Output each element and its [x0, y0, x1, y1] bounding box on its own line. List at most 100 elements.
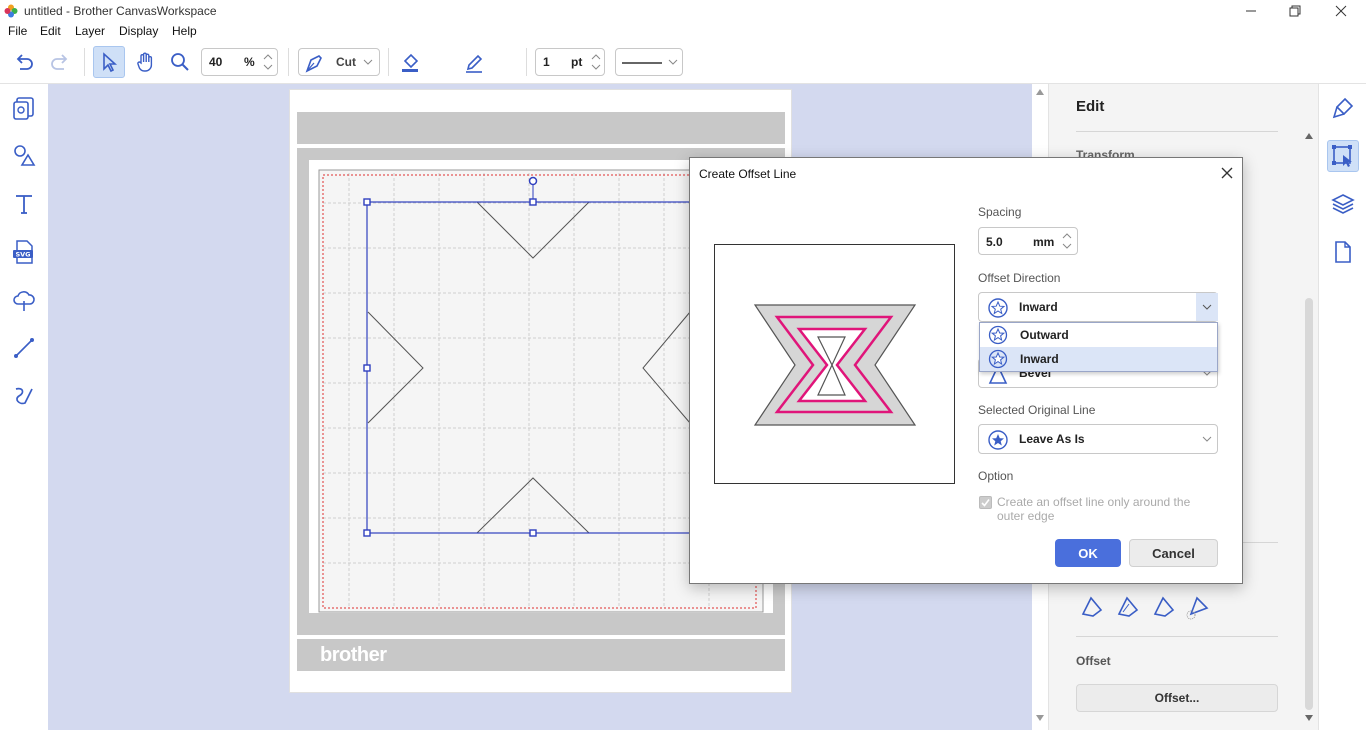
scroll-up-icon[interactable] — [1036, 88, 1044, 96]
original-line-value: Leave As Is — [1019, 432, 1085, 446]
import-svg-button[interactable]: SVG — [8, 236, 40, 268]
mode-label: Cut — [336, 55, 356, 69]
star-outline-icon — [988, 298, 1008, 318]
menu-edit[interactable]: Edit — [40, 24, 61, 38]
zoom-tool-button[interactable] — [164, 46, 196, 78]
toolbar-separator — [84, 48, 85, 76]
spin-arrows-icon[interactable] — [590, 51, 602, 73]
edit-tab[interactable] — [1327, 140, 1359, 172]
spin-arrows-icon[interactable] — [262, 51, 274, 73]
line-width-spinbox[interactable]: 1 pt — [535, 48, 605, 76]
line-style-sample-icon — [622, 62, 662, 64]
paint-bucket-icon — [402, 53, 419, 72]
offset-direction-label: Offset Direction — [978, 271, 1061, 285]
scroll-down-icon[interactable] — [1036, 714, 1044, 722]
option-outward[interactable]: Outward — [980, 323, 1217, 347]
shapes-button[interactable] — [8, 140, 40, 172]
original-line-dropdown[interactable]: Leave As Is — [978, 424, 1218, 454]
scroll-up-icon[interactable] — [1305, 132, 1313, 140]
pen-icon — [466, 54, 483, 73]
line-color-tool-button[interactable] — [458, 46, 490, 78]
corner-style-icons[interactable] — [1079, 592, 1209, 620]
restore-icon — [1289, 5, 1301, 17]
line-style-dropdown[interactable] — [615, 48, 683, 76]
offset-preview-graphic — [753, 304, 917, 426]
offset-button[interactable]: Offset... — [1076, 684, 1278, 712]
restore-button[interactable] — [1272, 0, 1318, 22]
option-outward-label: Outward — [1020, 328, 1069, 342]
page-tab[interactable] — [1327, 236, 1359, 268]
star-filled-icon — [988, 430, 1008, 450]
pan-tool-button[interactable] — [129, 46, 161, 78]
window-title: untitled - Brother CanvasWorkspace — [24, 4, 217, 18]
spacing-value: 5.0 — [986, 235, 1003, 249]
offset-direction-value: Inward — [1019, 300, 1058, 314]
right-tab-bar — [1318, 84, 1366, 730]
freehand-tool-button[interactable] — [8, 380, 40, 412]
scroll-down-icon[interactable] — [1305, 714, 1313, 722]
svg-text:SVG: SVG — [15, 251, 30, 259]
dialog-title: Create Offset Line — [699, 167, 797, 181]
chevron-down-icon — [363, 59, 373, 65]
undo-button[interactable] — [8, 46, 40, 78]
mode-dropdown[interactable]: Cut — [298, 48, 380, 76]
divider — [1076, 636, 1278, 637]
edit-selection-icon — [1332, 145, 1352, 167]
hand-icon — [137, 52, 153, 72]
close-icon[interactable] — [1221, 167, 1233, 179]
line-icon — [14, 338, 34, 358]
outer-edge-checkbox-label-line2: outer edge — [997, 509, 1055, 523]
dropdown-arrow-area[interactable] — [1196, 293, 1218, 321]
minimize-button[interactable] — [1228, 0, 1274, 22]
app-logo-icon — [4, 4, 18, 18]
ok-button[interactable]: OK — [1055, 539, 1121, 567]
menu-file[interactable]: File — [8, 24, 27, 38]
close-icon — [1335, 5, 1347, 17]
zoom-spinbox[interactable]: 40 % — [201, 48, 278, 76]
toolbar-separator — [388, 48, 389, 76]
star-outward-icon — [988, 325, 1008, 345]
redo-icon — [51, 54, 68, 70]
title-bar: untitled - Brother CanvasWorkspace — [0, 0, 1366, 22]
freehand-curve-icon — [15, 387, 33, 405]
main-toolbar: 40 % Cut 1 pt — [0, 40, 1366, 112]
panel-scrollbar-thumb[interactable] — [1305, 298, 1313, 710]
chevron-down-icon — [668, 59, 678, 65]
option-inward[interactable]: Inward — [980, 347, 1217, 371]
menu-display[interactable]: Display — [119, 24, 158, 38]
spacing-spinbox[interactable]: 5.0 mm — [978, 227, 1078, 255]
layers-tab[interactable] — [1327, 188, 1359, 220]
fill-tool-button[interactable] — [394, 46, 426, 78]
offset-direction-dropdown[interactable]: Inward — [978, 292, 1218, 322]
line-tool-button[interactable] — [8, 332, 40, 364]
chevron-down-icon — [1202, 436, 1212, 442]
paintbrush-icon — [1332, 97, 1354, 119]
pattern-book-icon — [13, 97, 34, 120]
layers-icon — [1331, 194, 1355, 214]
selected-original-line-label: Selected Original Line — [978, 403, 1096, 417]
cancel-button[interactable]: Cancel — [1129, 539, 1218, 567]
zoom-value: 40 — [209, 55, 223, 69]
redo-button[interactable] — [44, 46, 76, 78]
toolbar-separator — [526, 48, 527, 76]
spin-arrows-icon[interactable] — [1061, 230, 1073, 252]
line-width-unit: pt — [571, 55, 583, 69]
select-tool-button[interactable] — [93, 46, 125, 78]
menu-layer[interactable]: Layer — [75, 24, 105, 38]
spacing-unit: mm — [1033, 235, 1055, 249]
pattern-library-button[interactable] — [8, 92, 40, 124]
style-tab[interactable] — [1327, 92, 1359, 124]
chevron-down-icon — [1202, 304, 1212, 310]
option-inward-label: Inward — [1020, 352, 1059, 366]
offset-preview — [714, 244, 955, 484]
text-tool-button[interactable] — [8, 188, 40, 220]
outer-edge-checkbox[interactable] — [979, 496, 992, 509]
close-window-button[interactable] — [1318, 0, 1364, 22]
text-icon — [16, 195, 32, 214]
star-inward-icon — [988, 349, 1008, 369]
undo-icon — [16, 54, 33, 70]
menu-bar: File Edit Layer Display Help — [0, 22, 1366, 40]
menu-help[interactable]: Help — [172, 24, 197, 38]
line-width-value: 1 — [543, 55, 550, 69]
image-trace-button[interactable] — [8, 284, 40, 316]
